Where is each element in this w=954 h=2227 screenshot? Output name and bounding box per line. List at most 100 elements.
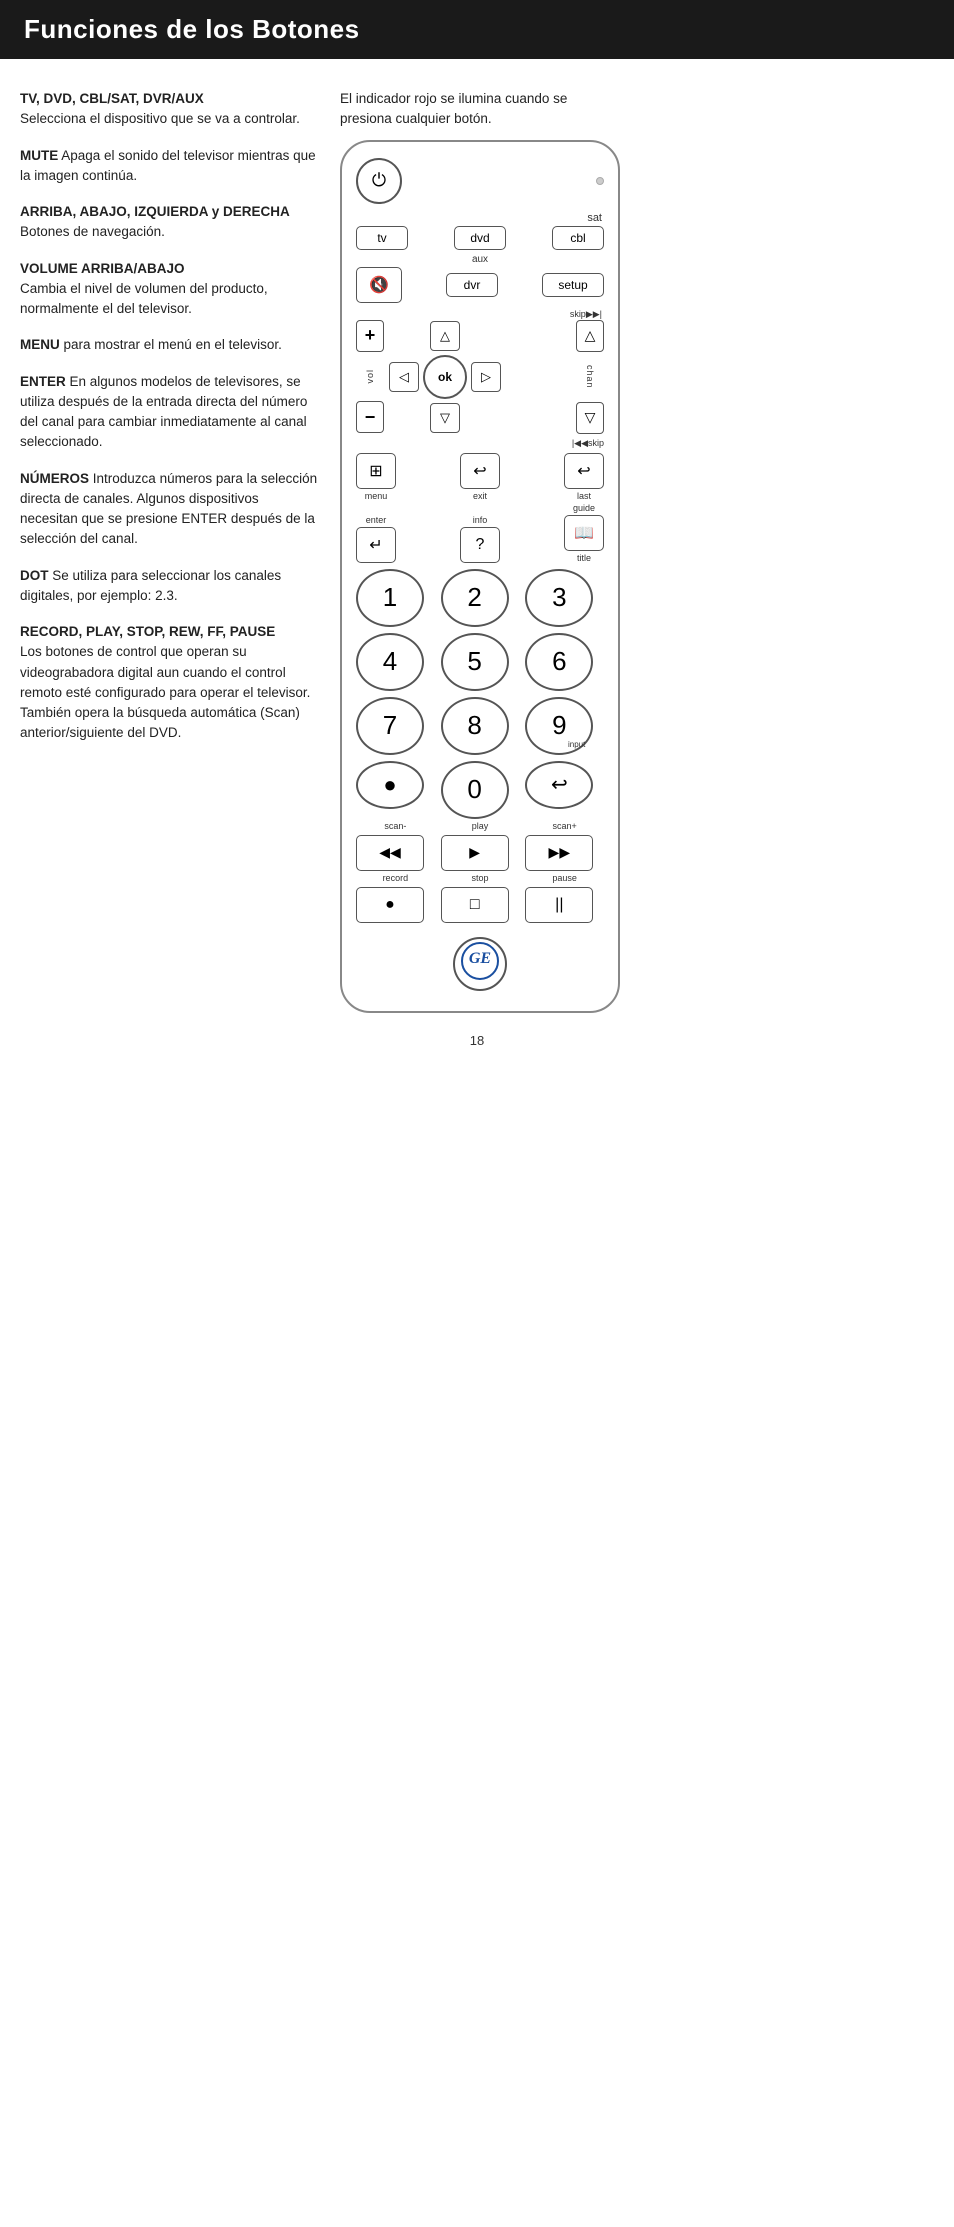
- guide-label: guide: [573, 503, 595, 513]
- num4-button[interactable]: 4: [356, 633, 424, 691]
- desc-record-text: Los botones de control que operan su vid…: [20, 644, 310, 740]
- indicator-text: El indicador rojo se ilumina cuando se p…: [340, 89, 620, 130]
- power-row: ⏻: [356, 158, 604, 204]
- last-button[interactable]: ↩: [564, 453, 604, 489]
- desc-nav-text: Botones de navegación.: [20, 224, 165, 239]
- transport-labels: record stop pause: [356, 873, 604, 883]
- tv-button[interactable]: tv: [356, 226, 408, 250]
- power-button[interactable]: ⏻: [356, 158, 402, 204]
- up-button[interactable]: △: [430, 321, 460, 351]
- num3-button[interactable]: 3: [525, 569, 593, 627]
- dpad: △ ◁ ok ▷ ▽: [388, 320, 572, 434]
- desc-enter-label: ENTER: [20, 374, 66, 389]
- desc-nav-label: ARRIBA, ABAJO, IZQUIERDA y DERECHA: [20, 204, 290, 219]
- desc-menu-text: para mostrar el menú en el televisor.: [64, 337, 282, 352]
- menu-label: menu: [365, 491, 388, 501]
- setup-button[interactable]: setup: [542, 273, 604, 297]
- nav-section: + vol − △: [356, 320, 604, 434]
- desc-enter: ENTER En algunos modelos de televisores,…: [20, 372, 320, 453]
- dvd-col: dvd: [454, 226, 506, 250]
- mute-icon: 🔇: [369, 275, 389, 295]
- ge-logo-area: GE: [356, 937, 604, 991]
- ff-button[interactable]: ▶▶: [525, 835, 593, 871]
- dvr-button[interactable]: dvr: [446, 273, 498, 297]
- desc-numbers-label: NÚMEROS: [20, 471, 89, 486]
- num9-button[interactable]: 9 input: [525, 697, 593, 755]
- rsp-row: ● □ ||: [356, 887, 604, 923]
- exit-label: exit: [473, 491, 487, 501]
- num1-button[interactable]: 1: [356, 569, 424, 627]
- page-title: Funciones de los Botones: [24, 14, 930, 45]
- desc-mute-text: Apaga el sonido del televisor mientras q…: [20, 148, 316, 183]
- guide-button[interactable]: 📖: [564, 515, 604, 551]
- desc-vol-label: VOLUME ARRIBA/ABAJO: [20, 261, 185, 276]
- info-item: info ?: [460, 515, 500, 563]
- scan-plus-label: scan+: [525, 821, 604, 831]
- desc-tv-label: TV, DVD, CBL/SAT, DVR/AUX: [20, 91, 204, 106]
- num2-button[interactable]: 2: [441, 569, 509, 627]
- left-button[interactable]: ◁: [389, 362, 419, 392]
- last-item: ↩ last: [564, 453, 604, 501]
- guide-item: guide 📖 title: [564, 503, 604, 563]
- desc-tv-text: Selecciona el dispositivo que se va a co…: [20, 111, 300, 126]
- menu-item: ⊞ menu: [356, 453, 396, 501]
- exit-button[interactable]: ↩: [460, 453, 500, 489]
- down-button[interactable]: ▽: [430, 403, 460, 433]
- record-label: record: [356, 873, 435, 883]
- page-number: 18: [0, 1033, 954, 1048]
- ge-logo: GE: [453, 937, 507, 991]
- num7-button[interactable]: 7: [356, 697, 424, 755]
- dot-button[interactable]: ●: [356, 761, 424, 809]
- menu-row: ⊞ menu ↩ exit ↩ last: [356, 453, 604, 501]
- indicator-dot: [596, 177, 604, 185]
- menu-button[interactable]: ⊞: [356, 453, 396, 489]
- desc-dot-text: Se utiliza para seleccionar los canales …: [20, 568, 281, 603]
- record-button[interactable]: ●: [356, 887, 424, 923]
- dvd-button[interactable]: dvd: [454, 226, 506, 250]
- desc-vol: VOLUME ARRIBA/ABAJO Cambia el nivel de v…: [20, 259, 320, 320]
- num0-button[interactable]: 0: [441, 761, 509, 819]
- stop-button[interactable]: □: [441, 887, 509, 923]
- desc-dot-label: DOT: [20, 568, 49, 583]
- mute-dvr-row: 🔇 dvr setup: [356, 267, 604, 303]
- last-icon: ↩: [577, 461, 590, 481]
- enter-icon: ↵: [369, 535, 382, 555]
- chan-up-icon: △: [585, 327, 596, 344]
- chan-down-icon: ▽: [585, 409, 596, 426]
- dot-row: ● 0 ↩: [356, 761, 604, 819]
- ok-button[interactable]: ok: [423, 355, 467, 399]
- chan-label: chan: [585, 365, 595, 389]
- skip-top-label: skip▶▶|: [356, 309, 604, 320]
- vol-up-button[interactable]: +: [356, 320, 384, 352]
- title-label: title: [577, 553, 591, 563]
- chan-up-button[interactable]: △: [576, 320, 604, 352]
- desc-vol-text: Cambia el nivel de volumen del producto,…: [20, 281, 268, 316]
- scan-back-button[interactable]: ↩: [525, 761, 593, 809]
- enter-item: enter ↵: [356, 515, 396, 563]
- down-arrow-icon: ▽: [440, 410, 450, 426]
- mute-button[interactable]: 🔇: [356, 267, 402, 303]
- vol-down-button[interactable]: −: [356, 401, 384, 433]
- play-button[interactable]: ▶: [441, 835, 509, 871]
- desc-mute: MUTE Apaga el sonido del televisor mient…: [20, 146, 320, 187]
- pause-button[interactable]: ||: [525, 887, 593, 923]
- chan-down-button[interactable]: ▽: [576, 402, 604, 434]
- right-area: El indicador rojo se ilumina cuando se p…: [340, 89, 934, 1013]
- enter-button[interactable]: ↵: [356, 527, 396, 563]
- remote-control: ⏻ sat tv dvd cbl aux 🔇 dvr: [340, 140, 620, 1013]
- pause-label: pause: [525, 873, 604, 883]
- aux-label: aux: [356, 254, 604, 265]
- cbl-button[interactable]: cbl: [552, 226, 604, 250]
- power-icon: ⏻: [372, 170, 386, 191]
- num5-button[interactable]: 5: [441, 633, 509, 691]
- info-button[interactable]: ?: [460, 527, 500, 563]
- right-button[interactable]: ▷: [471, 362, 501, 392]
- plus-icon: +: [365, 325, 376, 346]
- num6-button[interactable]: 6: [525, 633, 593, 691]
- desc-tv: TV, DVD, CBL/SAT, DVR/AUX Selecciona el …: [20, 89, 320, 130]
- rew-button[interactable]: ◀◀: [356, 835, 424, 871]
- desc-dot: DOT Se utiliza para seleccionar los cana…: [20, 566, 320, 607]
- desc-menu-label: MENU: [20, 337, 60, 352]
- up-arrow-icon: △: [440, 328, 450, 344]
- num8-button[interactable]: 8: [441, 697, 509, 755]
